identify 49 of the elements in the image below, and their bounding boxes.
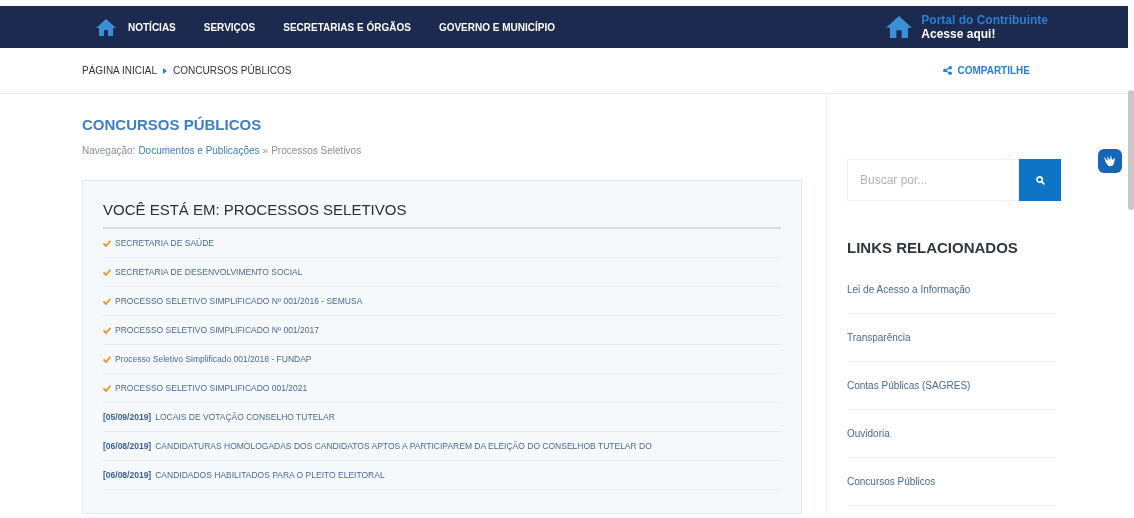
search-field[interactable]: Buscar por... [847, 159, 1019, 201]
related-link[interactable]: Contas Públicas (SAGRES) [847, 377, 971, 393]
home-icon[interactable] [885, 16, 914, 38]
panel-title: VOCÊ ESTÁ EM: PROCESSOS SELETIVOS [103, 198, 781, 229]
page-title: CONCURSOS PÚBLICOS [82, 115, 263, 135]
list-link[interactable]: LOCAIS DE VOTAÇÃO CONSELHO TUTELAR [155, 410, 335, 424]
related-link[interactable]: Concursos Públicos [847, 473, 936, 489]
share-link[interactable]: COMPARTILHE [943, 63, 1030, 78]
list-link[interactable]: CANDIDADOS HABILITADOS PARA O PLEITO ELEITORAL [155, 468, 385, 482]
list-link[interactable]: PROCESSO SELETIVO SIMPLIFICADO Nº 001/2016 - SEMUSA [115, 294, 363, 308]
scrollbar[interactable] [1128, 90, 1134, 210]
related-link[interactable]: Lei de Acesso a Informação [847, 281, 971, 297]
check-icon [103, 355, 111, 363]
list-link[interactable]: SECRETARIA DE DESENVOLVIMENTO SOCIAL [115, 265, 303, 279]
list-link[interactable]: PROCESSO SELETIVO SIMPLIFICADO Nº 001/2017 [115, 323, 319, 337]
search-button[interactable] [1019, 159, 1061, 201]
item-date: [05/09/2019] [103, 410, 152, 424]
navigation-link[interactable]: Documentos e Publicações [138, 142, 260, 158]
check-icon [103, 326, 111, 334]
hand-icon [1103, 155, 1117, 167]
nav-link[interactable]: SERVIÇOS [203, 19, 256, 35]
check-icon [103, 384, 111, 392]
breadcrumb-link[interactable]: CONCURSOS PÚBLICOS [173, 63, 292, 78]
share-icon [943, 66, 953, 75]
list-link[interactable]: PROCESSO SELETIVO SIMPLIFICADO 001/2021 [115, 381, 308, 395]
related-link[interactable]: Transparência [847, 329, 911, 345]
item-date: [06/08/2019] [103, 439, 152, 453]
nav-link[interactable]: GOVERNO E MUNICÍPIO [438, 19, 555, 35]
check-icon [103, 268, 111, 276]
check-icon [103, 297, 111, 305]
section-title: LINKS RELACIONADOS [847, 238, 1019, 258]
check-icon [103, 239, 111, 247]
home-icon[interactable] [96, 18, 116, 36]
item-date: [06/08/2019] [103, 468, 152, 482]
list-link[interactable]: Processo Seletivo Simplificado 001/2018 - FUNDAP [115, 352, 312, 366]
search-icon [1035, 175, 1045, 185]
portal-link[interactable]: Acesse aqui! [921, 27, 1048, 41]
list-link[interactable]: CANDIDATURAS HOMOLOGADAS DOS CANDIDATOS APTOS A PARTICIPAREM DA ELEIÇÃO DO CONSELHOB TUTELAR DO [155, 439, 652, 453]
navigation-label: Navegação: [82, 143, 136, 158]
related-link[interactable]: Ouvidoria [847, 425, 890, 441]
navigation-separator: » [262, 143, 269, 158]
nav-link[interactable]: NOTÍCIAS [128, 19, 176, 35]
list-link[interactable]: SECRETARIA DE SAÚDE [115, 236, 215, 250]
breadcrumb-link[interactable]: PÁGINA INICIAL [82, 63, 158, 78]
caret-icon [163, 67, 168, 74]
accessibility-button[interactable] [1098, 149, 1122, 173]
navigation-current: Processos Seletivos [271, 143, 362, 158]
nav-link[interactable]: SECRETARIAS E ÓRGÃOS [283, 19, 411, 35]
portal-title: Portal do Contribuinte [921, 13, 1048, 27]
